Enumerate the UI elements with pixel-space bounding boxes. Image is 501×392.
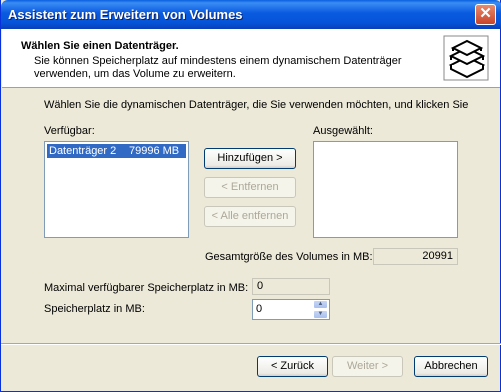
wizard-window: Assistent zum Erweitern von Volumes ✕ Wä… — [0, 0, 501, 392]
add-button[interactable]: Hinzufügen > — [204, 148, 296, 169]
remove-all-button[interactable]: < Alle entfernen — [204, 206, 296, 227]
selected-listbox[interactable] — [313, 141, 458, 238]
separator — [1, 343, 501, 345]
close-icon: ✕ — [479, 5, 492, 22]
header-description: Sie können Speicherplatz auf mindestens … — [34, 55, 402, 80]
cancel-button[interactable]: Abbrechen — [414, 356, 488, 377]
selected-label: Ausgewählt: — [313, 125, 373, 137]
wizard-header: Wählen Sie einen Datenträger. Sie können… — [2, 29, 500, 88]
space-input-value: 0 — [256, 303, 263, 315]
spin-down-icon[interactable]: ▼ — [313, 310, 328, 319]
space-stepper[interactable]: ▲ ▼ — [313, 300, 328, 319]
max-space-label: Maximal verfügbarer Speicherplatz in MB: — [44, 282, 249, 294]
disks-icon — [443, 35, 489, 81]
total-size-value: 20991 — [373, 248, 458, 265]
list-item[interactable]: Datenträger 2 79996 MB — [47, 144, 186, 158]
space-label: Speicherplatz in MB: — [44, 303, 145, 315]
close-button[interactable]: ✕ — [475, 4, 496, 25]
disk-size: 79996 MB — [129, 145, 180, 157]
spin-up-icon[interactable]: ▲ — [313, 300, 328, 309]
available-listbox[interactable]: Datenträger 2 79996 MB — [44, 141, 189, 238]
title-bar[interactable]: Assistent zum Erweitern von Volumes ✕ — [1, 0, 501, 29]
header-title: Wählen Sie einen Datenträger. — [21, 40, 179, 52]
disk-name: Datenträger 2 — [49, 145, 117, 157]
max-space-value: 0 — [252, 278, 330, 295]
instruction-text: Wählen Sie die dynamischen Datenträger, … — [44, 99, 469, 111]
back-button[interactable]: < Zurück — [257, 356, 328, 377]
window-title: Assistent zum Erweitern von Volumes — [8, 7, 243, 22]
next-button[interactable]: Weiter > — [332, 356, 403, 377]
available-label: Verfügbar: — [44, 125, 95, 137]
remove-button[interactable]: < Entfernen — [204, 177, 296, 198]
total-size-label: Gesamtgröße des Volumes in MB: — [205, 251, 373, 263]
